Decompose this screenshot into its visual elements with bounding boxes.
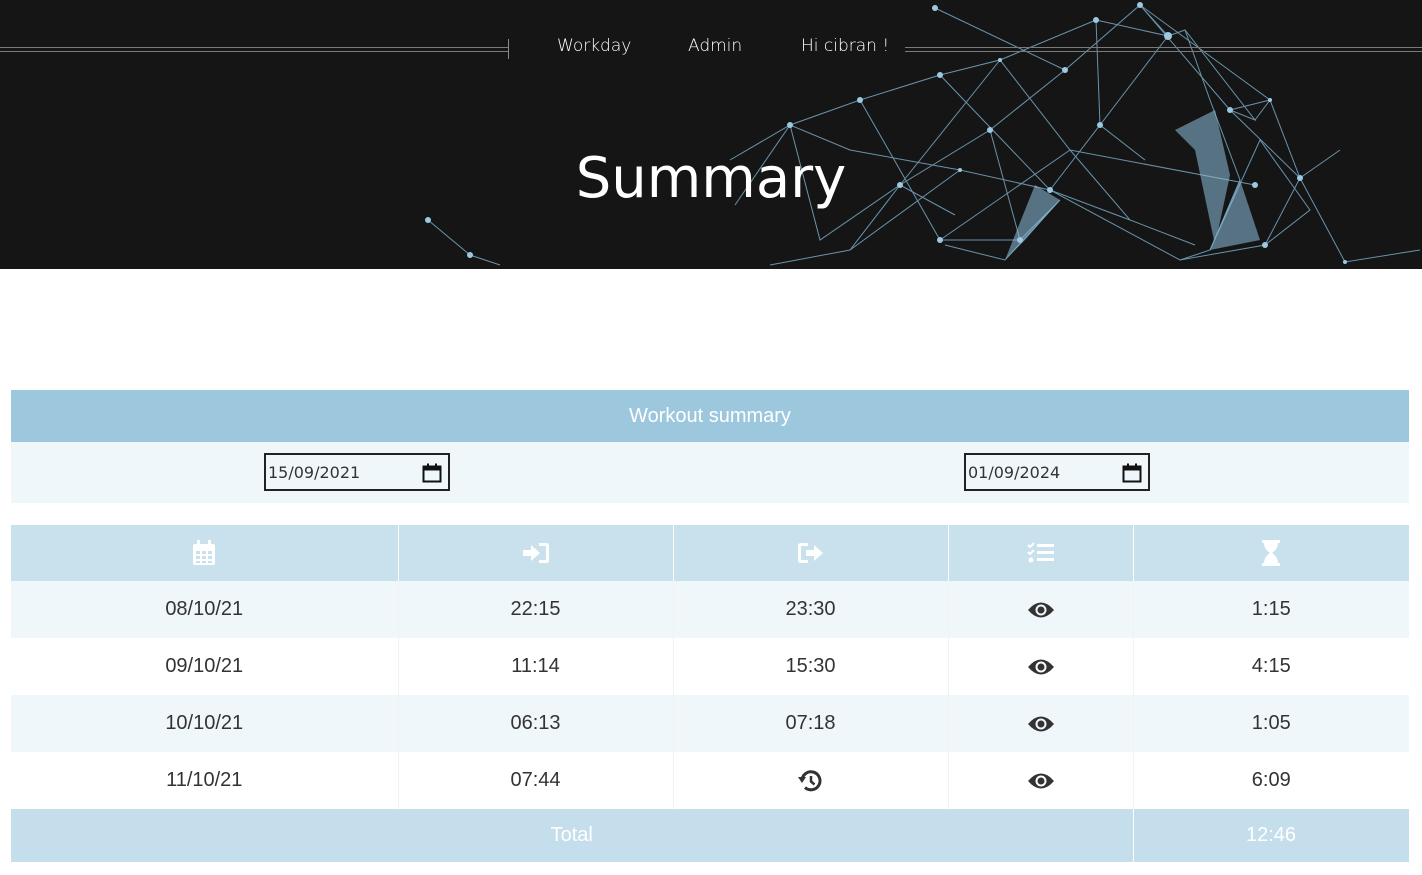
column-check-out <box>673 525 949 581</box>
eye-icon[interactable] <box>1027 601 1055 619</box>
cell-view <box>948 638 1134 695</box>
table-row: 10/10/21 06:13 07:18 1:05 <box>11 695 1409 752</box>
tasks-list-icon <box>1026 542 1054 563</box>
cell-duration: 4:15 <box>1133 638 1409 695</box>
start-date-input[interactable] <box>268 455 418 489</box>
page-title: Summary <box>575 146 847 211</box>
total-label: Total <box>11 809 1134 862</box>
cell-duration: 6:09 <box>1133 752 1409 809</box>
workout-table: 08/10/21 22:15 23:30 1:15 09/10/21 11:14… <box>11 525 1410 862</box>
eye-icon[interactable] <box>1027 658 1055 676</box>
sign-out-icon <box>797 543 823 563</box>
date-range-row <box>11 442 1409 503</box>
history-icon[interactable] <box>797 768 824 794</box>
cell-check-in: 06:13 <box>398 695 674 752</box>
column-duration <box>1133 525 1409 581</box>
nav-link-user-greeting[interactable]: Hi cibran ! <box>801 36 889 56</box>
summary-title: Workout summary <box>629 404 791 427</box>
cell-check-out: 23:30 <box>673 581 949 638</box>
calendar-picker-icon[interactable] <box>1122 463 1142 483</box>
cell-view <box>948 752 1134 809</box>
total-row: Total 12:46 <box>11 809 1410 862</box>
cell-check-in: 07:44 <box>398 752 674 809</box>
cell-view <box>948 581 1134 638</box>
cell-check-in: 11:14 <box>398 638 674 695</box>
nav-link-admin[interactable]: Admin <box>688 36 742 56</box>
start-date-field[interactable] <box>264 453 450 491</box>
table-row: 09/10/21 11:14 15:30 4:15 <box>11 638 1409 695</box>
cell-view <box>948 695 1134 752</box>
cell-check-in: 22:15 <box>398 581 674 638</box>
table-header-row <box>11 525 1409 581</box>
eye-icon[interactable] <box>1027 772 1055 790</box>
cell-check-out: 07:18 <box>673 695 949 752</box>
end-date-input[interactable] <box>968 455 1118 489</box>
column-tasks <box>948 525 1134 581</box>
cell-duration: 1:15 <box>1133 581 1409 638</box>
eye-icon[interactable] <box>1027 715 1055 733</box>
cell-check-out: 15:30 <box>673 638 949 695</box>
end-date-field[interactable] <box>964 453 1150 491</box>
summary-header: Workout summary <box>11 390 1409 442</box>
cell-date: 08/10/21 <box>11 581 399 638</box>
cell-check-out <box>673 752 949 809</box>
total-value: 12:46 <box>1133 809 1410 862</box>
calendar-picker-icon[interactable] <box>422 463 442 483</box>
table-row: 11/10/21 07:44 6:09 <box>11 752 1409 809</box>
top-nav: Workday Admin Hi cibran ! <box>0 36 1422 62</box>
cell-date: 11/10/21 <box>11 752 399 809</box>
nav-link-workday[interactable]: Workday <box>557 36 631 56</box>
column-date <box>11 525 399 581</box>
cell-date: 10/10/21 <box>11 695 399 752</box>
column-check-in <box>398 525 674 581</box>
cell-date: 09/10/21 <box>11 638 399 695</box>
hourglass-icon <box>1262 540 1281 566</box>
sign-in-icon <box>522 543 549 563</box>
calendar-icon <box>193 540 216 565</box>
cell-duration: 1:05 <box>1133 695 1409 752</box>
table-row: 08/10/21 22:15 23:30 1:15 <box>11 581 1409 638</box>
hero-banner: Workday Admin Hi cibran ! Summary <box>0 0 1422 269</box>
